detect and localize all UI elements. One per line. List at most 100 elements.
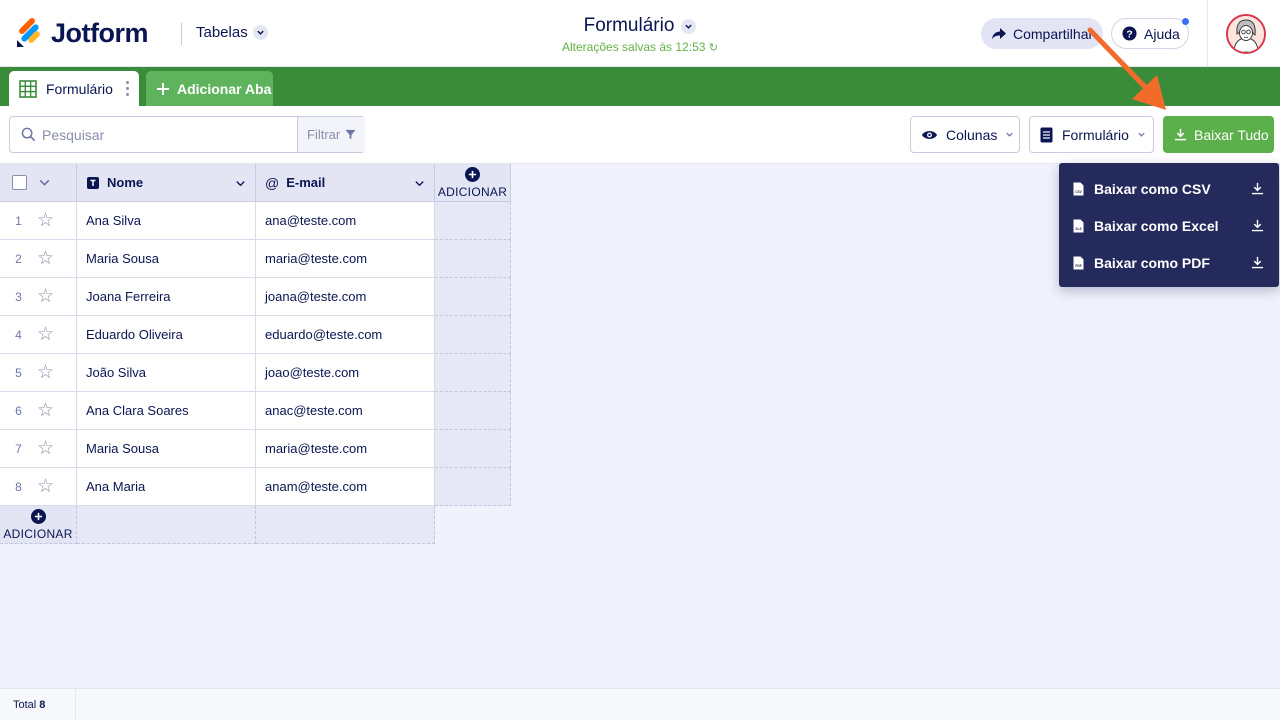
- text-field-icon: [87, 176, 99, 189]
- more-options-icon[interactable]: [126, 81, 129, 96]
- download-icon: [1251, 256, 1264, 269]
- add-column-label: ADICIONAR: [437, 184, 508, 199]
- star-icon[interactable]: ☆: [37, 399, 54, 422]
- download-csv-item[interactable]: CSV Baixar como CSV: [1059, 170, 1279, 207]
- empty-cell: [435, 316, 511, 354]
- email-cell[interactable]: anac@teste.com: [256, 392, 435, 430]
- save-status-text: Alterações salvas às 12:53: [562, 40, 706, 54]
- empty-cell: [435, 354, 511, 392]
- columns-label: Colunas: [946, 126, 998, 143]
- star-icon[interactable]: ☆: [37, 247, 54, 270]
- plus-icon: [157, 82, 169, 95]
- filter-icon: [345, 129, 356, 140]
- name-cell[interactable]: Eduardo Oliveira: [77, 316, 256, 354]
- name-cell[interactable]: Maria Sousa: [77, 240, 256, 278]
- name-cell[interactable]: João Silva: [77, 354, 256, 392]
- svg-text:XLS: XLS: [1075, 227, 1081, 231]
- form-view-button[interactable]: Formulário: [1029, 116, 1154, 153]
- search-box: Filtrar: [9, 116, 365, 153]
- share-arrow-icon: [992, 27, 1006, 39]
- chevron-down-icon[interactable]: [235, 178, 246, 189]
- download-excel-label: Baixar como Excel: [1094, 217, 1219, 234]
- document-icon: [1040, 127, 1053, 142]
- row-number: 2: [15, 251, 22, 266]
- column-header-nome[interactable]: Nome: [77, 164, 256, 202]
- row-index-cell: 1 ☆: [0, 202, 77, 240]
- email-cell[interactable]: maria@teste.com: [256, 240, 435, 278]
- select-all-checkbox[interactable]: [12, 175, 27, 190]
- email-cell[interactable]: maria@teste.com: [256, 430, 435, 468]
- add-column-button[interactable]: ADICIONAR: [435, 164, 511, 202]
- star-icon[interactable]: ☆: [37, 437, 54, 460]
- search-icon: [21, 127, 36, 147]
- svg-text:CSV: CSV: [1075, 190, 1082, 194]
- add-tab-label: Adicionar Aba: [177, 80, 272, 97]
- email-cell[interactable]: ana@teste.com: [256, 202, 435, 240]
- user-avatar[interactable]: [1226, 14, 1266, 54]
- row-number: 3: [15, 289, 22, 304]
- eye-icon: [921, 130, 938, 139]
- column-header-label: E-mail: [286, 175, 326, 190]
- star-icon[interactable]: ☆: [37, 285, 54, 308]
- row-index-cell: 6 ☆: [0, 392, 77, 430]
- empty-cell: [256, 506, 435, 544]
- xls-file-icon: XLS: [1073, 219, 1084, 232]
- refresh-icon: ↻: [708, 42, 718, 54]
- empty-cell: [77, 506, 256, 544]
- empty-cell: [435, 202, 511, 240]
- email-cell[interactable]: eduardo@teste.com: [256, 316, 435, 354]
- column-header-label: Nome: [107, 175, 144, 190]
- form-view-label: Formulário: [1062, 126, 1129, 143]
- star-icon[interactable]: ☆: [37, 209, 54, 232]
- chevron-down-icon[interactable]: [38, 176, 51, 189]
- star-icon[interactable]: ☆: [37, 323, 54, 346]
- star-icon[interactable]: ☆: [37, 475, 54, 498]
- add-tab-button[interactable]: Adicionar Aba: [146, 71, 273, 106]
- name-cell[interactable]: Ana Silva: [77, 202, 256, 240]
- download-icon: [1174, 128, 1187, 141]
- columns-button[interactable]: Colunas: [910, 116, 1020, 153]
- chevron-down-icon: [681, 18, 697, 34]
- star-icon[interactable]: ☆: [37, 361, 54, 384]
- row-number: 7: [15, 441, 22, 456]
- form-title[interactable]: Formulário: [584, 15, 697, 37]
- name-cell[interactable]: Maria Sousa: [77, 430, 256, 468]
- row-number: 5: [15, 365, 22, 380]
- svg-text:?: ?: [1126, 29, 1132, 40]
- help-icon: ?: [1122, 26, 1137, 41]
- chevron-down-icon: [1138, 132, 1145, 137]
- filter-label: Filtrar: [307, 127, 341, 142]
- name-cell[interactable]: Joana Ferreira: [77, 278, 256, 316]
- row-index-cell: 7 ☆: [0, 430, 77, 468]
- email-cell[interactable]: joao@teste.com: [256, 354, 435, 392]
- table-grid-icon: [19, 79, 37, 98]
- email-cell[interactable]: anam@teste.com: [256, 468, 435, 506]
- empty-cell: [435, 430, 511, 468]
- chevron-down-icon[interactable]: [414, 178, 425, 189]
- name-cell[interactable]: Ana Maria: [77, 468, 256, 506]
- add-row-button[interactable]: ADICIONAR: [0, 506, 77, 544]
- email-cell[interactable]: joana@teste.com: [256, 278, 435, 316]
- filter-button[interactable]: Filtrar: [297, 117, 365, 152]
- download-all-button[interactable]: Baixar Tudo: [1163, 116, 1274, 153]
- help-button[interactable]: ? Ajuda: [1111, 18, 1189, 49]
- tab-bar: Formulário Adicionar Aba: [0, 67, 1280, 106]
- download-menu: CSV Baixar como CSV XLS Baixar como Exce…: [1059, 163, 1279, 287]
- add-circle-icon: [465, 166, 480, 182]
- chevron-down-icon: [1006, 132, 1014, 137]
- share-button[interactable]: Compartilhar: [981, 18, 1103, 49]
- row-index-cell: 3 ☆: [0, 278, 77, 316]
- name-cell[interactable]: Ana Clara Soares: [77, 392, 256, 430]
- column-header-email[interactable]: @ E-mail: [256, 164, 435, 202]
- search-input[interactable]: [42, 118, 292, 151]
- row-index-cell: 4 ☆: [0, 316, 77, 354]
- download-pdf-item[interactable]: PDF Baixar como PDF: [1059, 244, 1279, 281]
- download-all-label: Baixar Tudo: [1194, 126, 1269, 143]
- row-number: 6: [15, 403, 22, 418]
- total-count: Total 8: [0, 689, 76, 720]
- empty-cell: [435, 240, 511, 278]
- total-label: Total: [13, 699, 37, 711]
- download-csv-label: Baixar como CSV: [1094, 180, 1211, 197]
- download-excel-item[interactable]: XLS Baixar como Excel: [1059, 207, 1279, 244]
- tab-formulario[interactable]: Formulário: [9, 71, 139, 106]
